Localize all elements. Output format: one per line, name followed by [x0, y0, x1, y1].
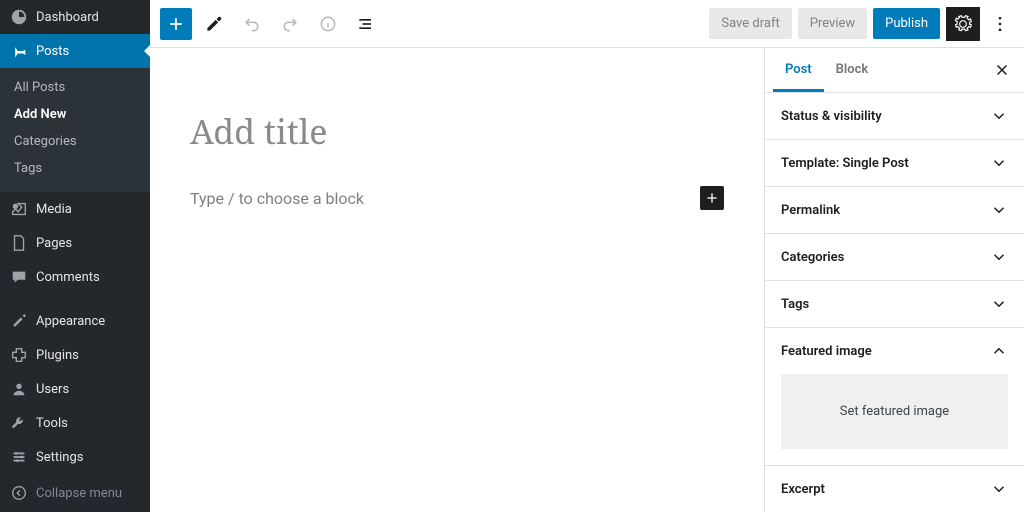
- panel-title: Permalink: [781, 203, 840, 218]
- set-featured-image-button[interactable]: Set featured image: [781, 374, 1008, 449]
- default-block-row: Type / to choose a block: [190, 186, 724, 210]
- sidebar-item-comments[interactable]: Comments: [0, 260, 150, 294]
- publish-button[interactable]: Publish: [873, 8, 940, 39]
- chevron-up-icon: [990, 342, 1008, 360]
- sidebar-item-tools[interactable]: Tools: [0, 406, 150, 440]
- pin-icon: [10, 42, 28, 60]
- panel-title: Featured image: [781, 344, 872, 359]
- info-button[interactable]: [312, 8, 344, 40]
- block-editor[interactable]: Add title Type / to choose a block: [150, 48, 764, 512]
- sidebar-sub-add-new[interactable]: Add New: [0, 101, 150, 128]
- panel-featured-body: Set featured image: [765, 374, 1024, 465]
- toolbar-left: [160, 8, 382, 40]
- panel-excerpt-header[interactable]: Excerpt: [765, 466, 1024, 512]
- sidebar-sub-categories[interactable]: Categories: [0, 128, 150, 155]
- panel-status-header[interactable]: Status & visibility: [765, 93, 1024, 139]
- sidebar-item-label: Users: [36, 382, 69, 397]
- chevron-down-icon: [990, 480, 1008, 498]
- chevron-down-icon: [990, 201, 1008, 219]
- users-icon: [10, 380, 28, 398]
- collapse-icon: [10, 484, 28, 502]
- panel-permalink: Permalink: [765, 187, 1024, 234]
- panel-permalink-header[interactable]: Permalink: [765, 187, 1024, 233]
- sidebar-submenu-posts: All Posts Add New Categories Tags: [0, 68, 150, 192]
- settings-button[interactable]: [946, 7, 980, 41]
- sidebar-item-label: Plugins: [36, 348, 79, 363]
- chevron-down-icon: [990, 107, 1008, 125]
- content-area: Add title Type / to choose a block Post …: [150, 48, 1024, 512]
- sidebar-item-dashboard[interactable]: Dashboard: [0, 0, 150, 34]
- tab-post[interactable]: Post: [773, 48, 824, 92]
- panel-featured-image: Featured image Set featured image: [765, 328, 1024, 466]
- panel-title: Status & visibility: [781, 109, 882, 124]
- edit-mode-button[interactable]: [198, 8, 230, 40]
- panel-featured-header[interactable]: Featured image: [765, 328, 1024, 374]
- tools-icon: [10, 414, 28, 432]
- panel-template-header[interactable]: Template: Single Post: [765, 140, 1024, 186]
- plugins-icon: [10, 346, 28, 364]
- panel-categories-header[interactable]: Categories: [765, 234, 1024, 280]
- comments-icon: [10, 268, 28, 286]
- appearance-icon: [10, 312, 28, 330]
- sidebar-item-label: Media: [36, 202, 72, 217]
- panel-title: Excerpt: [781, 482, 825, 497]
- panel-tags-header[interactable]: Tags: [765, 281, 1024, 327]
- settings-inspector: Post Block Status & visibility Template:…: [764, 48, 1024, 512]
- inline-inserter-button[interactable]: [700, 186, 724, 210]
- redo-button[interactable]: [274, 8, 306, 40]
- pages-icon: [10, 234, 28, 252]
- panel-excerpt: Excerpt: [765, 466, 1024, 512]
- editor-toolbar: Save draft Preview Publish: [150, 0, 1024, 48]
- sidebar-item-label: Posts: [36, 44, 69, 59]
- sidebar-item-label: Collapse menu: [36, 486, 122, 501]
- sidebar-item-settings[interactable]: Settings: [0, 440, 150, 474]
- sidebar-item-label: Appearance: [36, 314, 105, 329]
- media-icon: [10, 200, 28, 218]
- sidebar-item-label: Tools: [36, 416, 68, 431]
- dashboard-icon: [10, 8, 28, 26]
- add-block-button[interactable]: [160, 8, 192, 40]
- panel-title: Categories: [781, 250, 844, 265]
- admin-sidebar: Dashboard Posts All Posts Add New Catego…: [0, 0, 150, 512]
- sidebar-item-label: Settings: [36, 450, 83, 465]
- panel-title: Tags: [781, 297, 809, 312]
- sidebar-collapse[interactable]: Collapse menu: [0, 476, 150, 510]
- chevron-down-icon: [990, 295, 1008, 313]
- chevron-down-icon: [990, 248, 1008, 266]
- save-draft-button[interactable]: Save draft: [709, 8, 791, 39]
- outline-button[interactable]: [350, 8, 382, 40]
- more-options-button[interactable]: [986, 7, 1014, 41]
- undo-button[interactable]: [236, 8, 268, 40]
- chevron-down-icon: [990, 154, 1008, 172]
- close-inspector-button[interactable]: [988, 56, 1016, 84]
- panel-tags: Tags: [765, 281, 1024, 328]
- post-title-input[interactable]: Add title: [190, 108, 724, 154]
- panel-status: Status & visibility: [765, 93, 1024, 140]
- sidebar-item-label: Comments: [36, 270, 100, 285]
- inspector-tabs: Post Block: [765, 48, 1024, 93]
- settings-icon: [10, 448, 28, 466]
- panel-template: Template: Single Post: [765, 140, 1024, 187]
- sidebar-sub-all-posts[interactable]: All Posts: [0, 74, 150, 101]
- block-placeholder[interactable]: Type / to choose a block: [190, 189, 364, 208]
- toolbar-right: Save draft Preview Publish: [709, 7, 1014, 41]
- sidebar-item-media[interactable]: Media: [0, 192, 150, 226]
- sidebar-item-appearance[interactable]: Appearance: [0, 304, 150, 338]
- sidebar-item-users[interactable]: Users: [0, 372, 150, 406]
- panel-title: Template: Single Post: [781, 156, 909, 171]
- sidebar-sub-tags[interactable]: Tags: [0, 155, 150, 182]
- sidebar-item-label: Pages: [36, 236, 72, 251]
- sidebar-item-plugins[interactable]: Plugins: [0, 338, 150, 372]
- sidebar-item-pages[interactable]: Pages: [0, 226, 150, 260]
- tab-block[interactable]: Block: [824, 48, 881, 92]
- panel-categories: Categories: [765, 234, 1024, 281]
- editor-main: Save draft Preview Publish Add title Typ…: [150, 0, 1024, 512]
- preview-button[interactable]: Preview: [798, 8, 867, 39]
- sidebar-item-label: Dashboard: [36, 10, 99, 25]
- sidebar-item-posts[interactable]: Posts: [0, 34, 150, 68]
